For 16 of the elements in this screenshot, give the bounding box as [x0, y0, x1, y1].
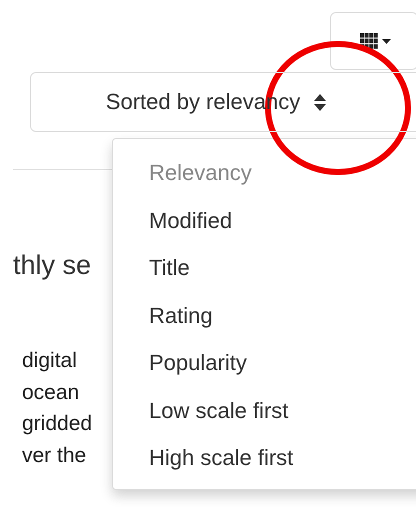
sort-option[interactable]: Low scale first: [113, 394, 416, 441]
sort-option[interactable]: High scale first: [113, 441, 416, 488]
sort-option[interactable]: Popularity: [113, 346, 416, 394]
heading: thly se: [13, 250, 92, 281]
sort-option[interactable]: Title: [113, 251, 416, 298]
paragraph-text: ocean: [22, 380, 80, 406]
sort-icon: [314, 94, 326, 110]
paragraph-text: gridded: [22, 411, 92, 437]
sort-option[interactable]: Relevancy: [113, 156, 416, 204]
caret-icon: [382, 38, 390, 44]
grid-icon: [360, 33, 378, 49]
sort-option[interactable]: Rating: [113, 298, 416, 346]
paragraph-text: digital: [22, 348, 77, 374]
sort-option[interactable]: Modified: [113, 204, 416, 251]
view-toggle-button[interactable]: [330, 12, 416, 70]
paragraph-text: ver the: [22, 442, 86, 468]
